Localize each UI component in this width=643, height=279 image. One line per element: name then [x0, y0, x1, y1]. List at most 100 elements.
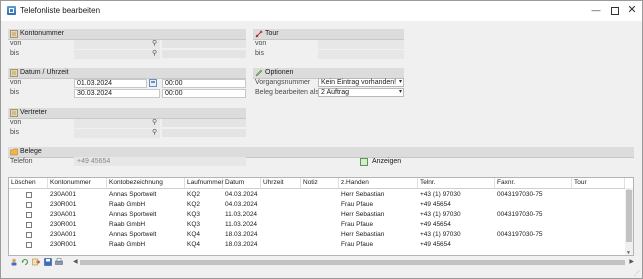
tour-bis-label: bis	[255, 50, 264, 57]
datum-von-time-input[interactable]: 00:00	[162, 79, 246, 88]
cell-faxnr	[495, 200, 497, 210]
magnifier-icon[interactable]: ⚲	[152, 129, 158, 136]
loeschen-checkbox[interactable]	[26, 192, 32, 198]
tour-bis-input[interactable]	[318, 50, 404, 59]
cell-zhanden: Herr Sebastian	[341, 231, 385, 238]
kontonummer-bis-label: bis	[10, 50, 19, 57]
col-loeschen[interactable]: Löschen	[9, 178, 48, 188]
vorgangsnummer-select[interactable]: Kein Eintrag vorhanden! ▾	[318, 78, 404, 87]
tour-von-input[interactable]	[318, 40, 404, 49]
loeschen-checkbox[interactable]	[26, 232, 32, 238]
kontonummer-von-label: von	[10, 40, 22, 47]
loeschen-checkbox[interactable]	[26, 242, 32, 248]
cell-zhanden: Frau Pfaue	[341, 241, 374, 248]
group-kontonummer-header: Kontonummer	[8, 29, 246, 40]
resize-grip-icon[interactable]: ⋰	[634, 270, 640, 277]
cell-faxnr: 0043197030-75	[497, 231, 543, 238]
cell-laufnummer: KQ4	[187, 241, 201, 248]
vertreter-von-input[interactable]	[74, 119, 160, 128]
print-icon[interactable]	[55, 258, 63, 266]
cell-kontonummer: 230A001	[50, 191, 77, 198]
folder-icon	[10, 148, 18, 156]
cell-telnr: +43 (1) 97030	[420, 231, 461, 238]
beleg-bearbeiten-label: Beleg bearbeiten als	[255, 89, 319, 96]
cell-telnr: +49 45654	[420, 201, 451, 208]
telefon-input[interactable]: +49 45654	[74, 157, 246, 166]
maximize-button[interactable]	[607, 4, 621, 17]
col-telnr[interactable]: Telnr.	[418, 178, 495, 188]
group-belege-title: Belege	[20, 148, 42, 155]
scroll-thumb[interactable]	[626, 190, 632, 242]
refresh-icon[interactable]	[21, 258, 29, 266]
chevron-down-icon: ▾	[398, 89, 402, 95]
kontonummer-von-input[interactable]	[74, 40, 160, 49]
col-laufnummer[interactable]: Laufnummer	[185, 178, 224, 188]
book-icon	[10, 69, 18, 77]
cell-kontonummer: 230R001	[50, 241, 77, 248]
minimize-button[interactable]: —	[589, 4, 603, 17]
table-row[interactable]: 230A001 Annas Sportwelt KQ2 04.03.2024 H…	[9, 190, 625, 200]
export-icon[interactable]	[32, 258, 40, 266]
cell-telnr: +43 (1) 97030	[420, 191, 461, 198]
col-datum[interactable]: Datum	[223, 178, 261, 188]
scroll-down-icon[interactable]: ▼	[626, 250, 631, 255]
kontonummer-bis-input[interactable]	[74, 50, 160, 59]
col-kontobezeichnung[interactable]: Kontobezeichnung	[107, 178, 185, 188]
col-notiz[interactable]: Notiz	[301, 178, 339, 188]
vertreter-bis-input[interactable]	[74, 129, 160, 138]
cell-kontobezeichnung: Raab GmbH	[109, 221, 146, 228]
save-icon[interactable]	[44, 258, 52, 266]
horizontal-scrollbar[interactable]: ◀ ▶	[73, 259, 634, 266]
cell-datum: 04.03.2024	[225, 201, 258, 208]
chevron-down-icon: ▾	[398, 79, 402, 85]
vertical-scrollbar[interactable]: ▲ ▼	[625, 188, 633, 255]
tool-icon	[255, 30, 263, 38]
cell-telnr: +49 45654	[420, 241, 451, 248]
scroll-right-icon[interactable]: ▶	[629, 258, 634, 265]
table-row[interactable]: 230R001 Raab GmbH KQ3 11.03.2024 Frau Pf…	[9, 220, 625, 230]
col-faxnr[interactable]: Faxnr.	[495, 178, 572, 188]
beleg-bearbeiten-select[interactable]: 2 Auftrag ▾	[318, 88, 404, 97]
magnifier-icon[interactable]: ⚲	[152, 119, 158, 126]
group-datum-header: Datum / Uhrzeit	[8, 68, 246, 79]
bottom-toolbar: ◀ ▶	[8, 257, 634, 268]
loeschen-checkbox[interactable]	[26, 222, 32, 228]
cell-kontobezeichnung: Annas Sportwelt	[109, 191, 157, 198]
anzeigen-label: Anzeigen	[372, 158, 402, 165]
table-header: Löschen Kontonummer Kontobezeichnung Lau…	[9, 178, 633, 189]
cell-telnr: +49 45654	[420, 221, 451, 228]
telefon-label: Telefon	[10, 158, 33, 165]
cell-datum: 18.03.2024	[225, 241, 258, 248]
telefonliste-table: Löschen Kontonummer Kontobezeichnung Lau…	[8, 177, 634, 256]
datum-bis-time-input[interactable]: 00:00	[162, 89, 246, 98]
scroll-thumb[interactable]	[80, 260, 625, 265]
cell-kontobezeichnung: Raab GmbH	[109, 201, 146, 208]
table-row[interactable]: 230A001 Annas Sportwelt KQ4 18.03.2024 H…	[9, 230, 625, 240]
pencil-icon	[255, 69, 263, 77]
table-row[interactable]: 230A001 Annas Sportwelt KQ3 11.03.2024 H…	[9, 210, 625, 220]
col-uhrzeit[interactable]: Uhrzeit	[261, 178, 301, 188]
datum-bis-date-input[interactable]: 30.03.2024	[74, 89, 160, 98]
cell-kontonummer: 230A001	[50, 211, 77, 218]
calendar-icon[interactable]	[149, 79, 157, 87]
loeschen-checkbox[interactable]	[26, 212, 32, 218]
window-title: Telefonliste bearbeiten	[20, 6, 101, 15]
magnifier-icon[interactable]: ⚲	[152, 50, 158, 57]
datum-von-date-input[interactable]: 01.03.2024	[74, 79, 147, 88]
cell-faxnr: 0043197030-75	[497, 191, 543, 198]
cell-telnr: +43 (1) 97030	[420, 211, 461, 218]
scroll-left-icon[interactable]: ◀	[73, 258, 78, 265]
col-tour[interactable]: Tour	[572, 178, 625, 188]
close-button[interactable]: ✕	[625, 4, 639, 17]
group-vertreter-header: Vertreter	[8, 108, 246, 119]
table-row[interactable]: 230R001 Raab GmbH KQ2 04.03.2024 Frau Pf…	[9, 200, 625, 210]
col-zhanden[interactable]: z.Handen	[339, 178, 418, 188]
person-icon[interactable]	[10, 258, 18, 266]
loeschen-checkbox[interactable]	[26, 202, 32, 208]
title-bar: Telefonliste bearbeiten — ✕	[1, 1, 642, 21]
col-kontonummer[interactable]: Kontonummer	[48, 178, 107, 188]
cell-faxnr: 0043197030-75	[497, 211, 543, 218]
table-row[interactable]: 230R001 Raab GmbH KQ4 18.03.2024 Frau Pf…	[9, 240, 625, 250]
magnifier-icon[interactable]: ⚲	[152, 40, 158, 47]
cell-laufnummer: KQ4	[187, 231, 201, 238]
